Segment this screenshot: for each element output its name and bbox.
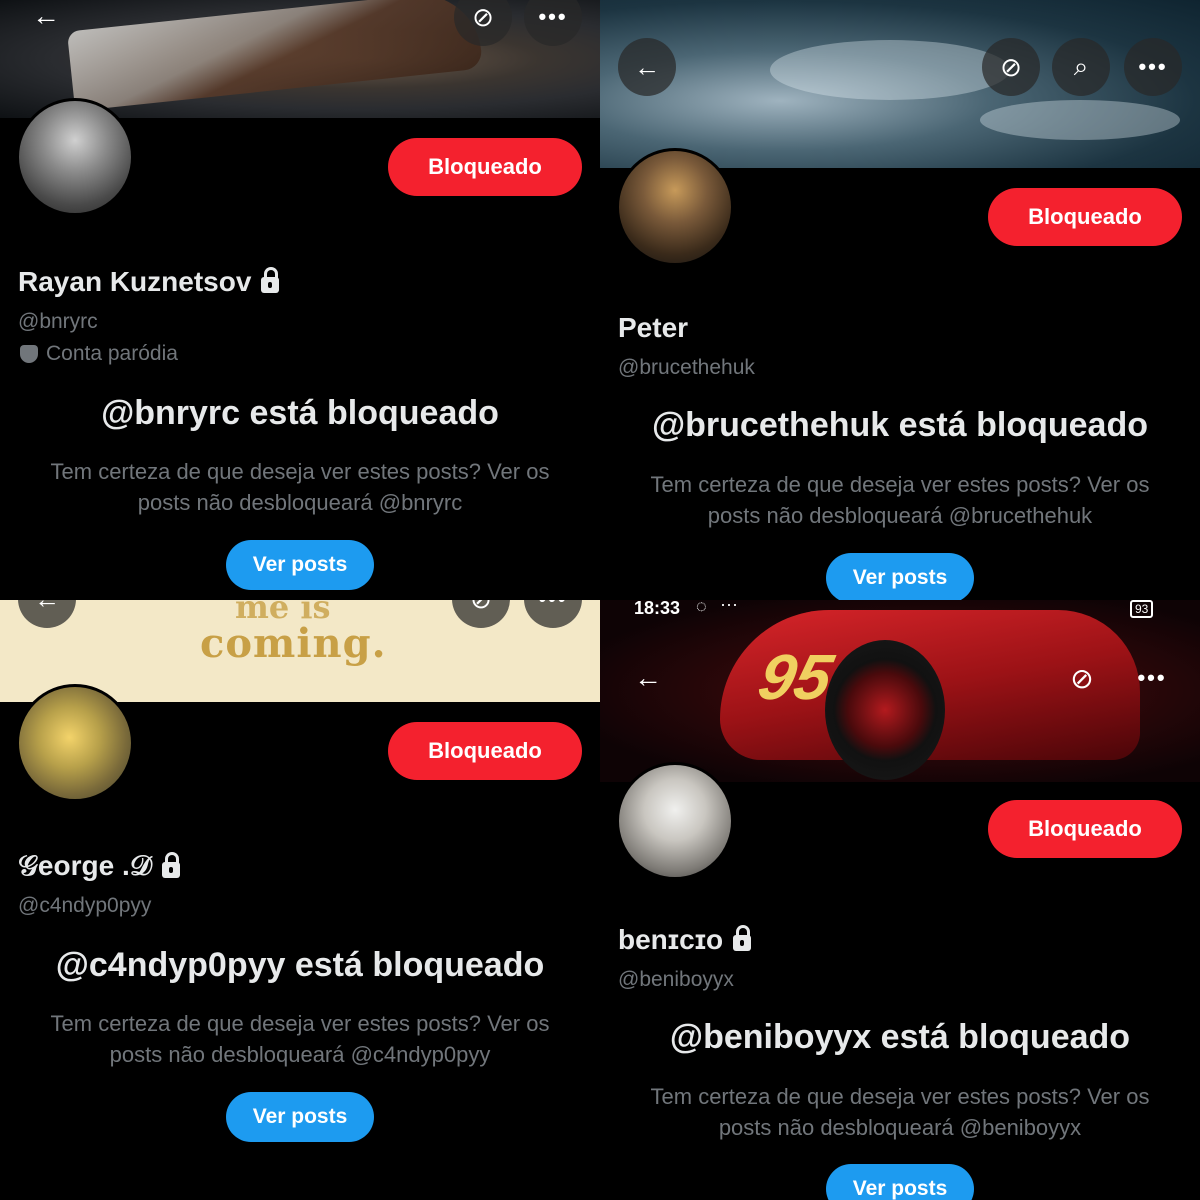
display-name-text: Peter <box>618 312 689 343</box>
banner-car-wheel <box>825 640 945 780</box>
chat-status-icon: ◌ <box>696 600 707 616</box>
avatar[interactable] <box>616 148 734 266</box>
view-posts-button[interactable]: Ver posts <box>826 1164 974 1200</box>
more-options-icon[interactable]: ••• <box>1132 658 1172 698</box>
status-more-icon: ··· <box>720 600 738 614</box>
user-handle: @brucethehuk <box>618 356 755 379</box>
display-name-text: benɪcɪo <box>618 924 724 955</box>
back-arrow-icon[interactable]: ← <box>26 0 66 36</box>
banner-wave <box>770 40 1010 100</box>
display-name-text: Rayan Kuznetsov <box>18 266 252 297</box>
status-bar: 18:33 ◌ ··· 93 <box>600 600 1200 620</box>
display-name: Peter <box>618 312 688 344</box>
blocked-button[interactable]: Bloqueado <box>388 138 582 196</box>
status-time: 18:33 <box>634 600 681 618</box>
profile-panel-4: 95 18:33 ◌ ··· 93 ← ⊘ ••• Bloqueado benɪ… <box>600 600 1200 1200</box>
blocked-description: Tem certeza de que deseja ver estes post… <box>650 472 1150 528</box>
blocked-title: @beniboyyx está bloqueado <box>669 1018 1131 1056</box>
profile-panel-3: me is coming. ← ⊘ ••• Bloqueado 𝒢eorge .… <box>0 600 600 1200</box>
lock-icon <box>733 925 752 951</box>
user-handle: @beniboyyx <box>618 968 734 991</box>
blocked-description: Tem certeza de que deseja ver estes post… <box>50 1011 550 1067</box>
parody-mask-icon <box>20 345 38 363</box>
blocked-button[interactable]: Bloqueado <box>388 722 582 780</box>
parody-badge: Conta paródia <box>20 342 178 366</box>
profile-banner: 95 <box>600 600 1200 782</box>
banner-text: coming. <box>200 620 387 667</box>
lock-icon <box>162 851 181 878</box>
search-icon[interactable]: ⌕ <box>1052 38 1110 96</box>
blocked-button[interactable]: Bloqueado <box>988 188 1182 246</box>
user-handle: @c4ndyp0pyy <box>18 894 152 917</box>
back-arrow-icon[interactable]: ← <box>628 658 668 698</box>
view-posts-button[interactable]: Ver posts <box>826 553 974 600</box>
more-options-icon[interactable]: ••• <box>1124 38 1182 96</box>
battery-icon: 93 <box>1130 600 1154 618</box>
display-name: Rayan Kuznetsov <box>18 266 280 298</box>
profile-panel-2: ← ⊘ ⌕ ••• Bloqueado Peter @brucethehuk @… <box>600 0 1200 600</box>
profile-banner <box>600 0 1200 168</box>
avatar[interactable] <box>616 762 734 880</box>
display-name-text: 𝒢eorge .𝒟 <box>18 850 153 881</box>
banner-wave <box>980 100 1180 140</box>
display-name: 𝒢eorge .𝒟 <box>18 850 181 883</box>
blocked-description: Tem certeza de que deseja ver estes post… <box>50 459 550 515</box>
view-posts-button[interactable]: Ver posts <box>226 1092 374 1142</box>
blocked-title: @c4ndyp0pyy está bloqueado <box>55 946 545 984</box>
grok-icon[interactable]: ⊘ <box>1062 658 1102 698</box>
lock-icon <box>261 267 280 293</box>
display-name: benɪcɪo <box>618 924 752 956</box>
avatar[interactable] <box>16 98 134 216</box>
profile-panel-1: ← ⊘ ••• Bloqueado Rayan Kuznetsov @bnryr… <box>0 0 600 600</box>
blocked-title: @brucethehuk está bloqueado <box>651 406 1148 444</box>
banner-boat-image <box>66 0 484 112</box>
view-posts-button[interactable]: Ver posts <box>226 540 374 590</box>
avatar[interactable] <box>16 684 134 802</box>
blocked-description: Tem certeza de que deseja ver estes post… <box>650 1084 1150 1140</box>
grok-icon[interactable]: ⊘ <box>982 38 1040 96</box>
user-handle: @bnryrc <box>18 310 98 333</box>
parody-label: Conta paródia <box>46 342 178 365</box>
blocked-title: @bnryrc está bloqueado <box>101 394 499 432</box>
blocked-button[interactable]: Bloqueado <box>988 800 1182 858</box>
back-arrow-icon[interactable]: ← <box>618 38 676 96</box>
